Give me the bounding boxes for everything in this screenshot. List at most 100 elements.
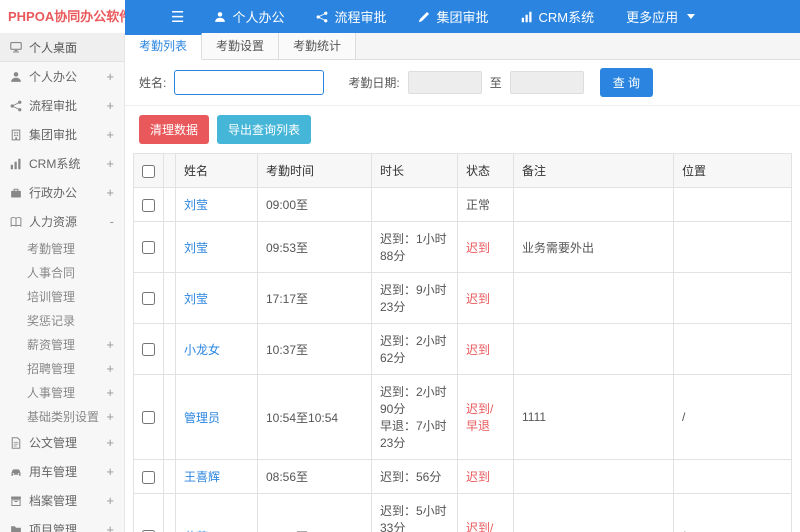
tab-2[interactable]: 考勤统计 (279, 33, 357, 59)
row-checkbox[interactable] (142, 241, 155, 255)
chart-icon (10, 158, 22, 170)
row-checkbox[interactable] (142, 343, 155, 357)
expand-toggle-icon[interactable]: - (110, 214, 114, 229)
expand-toggle-icon[interactable]: + (106, 69, 114, 84)
sidebar-item-11[interactable]: 薪资管理 + (0, 332, 124, 356)
employee-name-link[interactable]: 王喜辉 (184, 470, 220, 484)
sidebar-item-15[interactable]: 公文管理 + (0, 428, 124, 457)
sidebar-item-label: 档案管理 (29, 494, 78, 508)
sidebar-item-16[interactable]: 用车管理 + (0, 457, 124, 486)
folder-icon (10, 524, 22, 532)
select-all-checkbox[interactable] (142, 164, 155, 178)
nav-item-3[interactable]: CRM系统 (505, 0, 611, 33)
expand-toggle-icon[interactable]: + (106, 156, 114, 171)
duration-cell: 迟到：5小时33分 早退：4小时67分 (371, 493, 458, 532)
sidebar-item-0[interactable]: 个人桌面 (0, 33, 124, 62)
position-cell (673, 323, 792, 375)
expand-toggle-icon[interactable]: + (106, 385, 114, 400)
date-filter-label: 考勤日期: (348, 76, 400, 90)
expand-toggle-icon[interactable]: + (106, 409, 114, 424)
sidebar-item-label: 集团审批 (29, 128, 78, 142)
expand-toggle-icon[interactable]: + (106, 435, 114, 450)
column-header-5: 位置 (673, 153, 792, 188)
expand-toggle-icon[interactable]: + (106, 127, 114, 142)
sidebar-item-5[interactable]: 行政办公 + (0, 178, 124, 207)
employee-name-link[interactable]: 管理员 (184, 411, 220, 425)
employee-name-link[interactable]: 刘莹 (184, 198, 208, 212)
nav-item-2[interactable]: 集团审批 (402, 0, 504, 33)
nav-item-4[interactable]: 更多应用 (610, 0, 711, 33)
sidebar-item-label: 人事管理 (27, 385, 76, 400)
sidebar-item-13[interactable]: 人事管理 + (0, 380, 124, 404)
row-checkbox[interactable] (142, 292, 155, 306)
sidebar-item-1[interactable]: 个人办公 + (0, 62, 124, 91)
expand-toggle-icon[interactable]: + (106, 337, 114, 352)
duration-cell: 迟到：56分 (371, 459, 458, 494)
column-header-1: 考勤时间 (257, 153, 372, 188)
table-row: 小龙女 10:37至 迟到：2小时62分 迟到 (133, 323, 792, 375)
sidebar-item-label: CRM系统 (29, 157, 81, 171)
nav-item-0[interactable]: 个人办公 (198, 0, 300, 33)
sidebar-item-12[interactable]: 招聘管理 + (0, 356, 124, 380)
sidebar-item-6[interactable]: 人力资源 - (0, 207, 124, 236)
sidebar-item-3[interactable]: 集团审批 + (0, 120, 124, 149)
sidebar-item-14[interactable]: 基础类别设置 + (0, 404, 124, 428)
briefcase-icon (10, 187, 22, 199)
employee-name-cell: 刘莹 (175, 187, 258, 222)
row-checkbox[interactable] (142, 470, 155, 484)
date-start-input[interactable] (407, 71, 482, 94)
tab-0[interactable]: 考勤列表 (125, 33, 203, 60)
expand-toggle-icon[interactable]: + (106, 98, 114, 113)
employee-name-cell: 管理员 (175, 374, 258, 460)
sidebar-item-label: 奖惩记录 (27, 313, 76, 328)
tab-1[interactable]: 考勤设置 (202, 33, 280, 59)
duration-cell: 迟到：2小时62分 (371, 323, 458, 375)
table-row: 王喜辉 08:56至 迟到：56分 迟到 (133, 459, 792, 494)
employee-name-link[interactable]: 刘莹 (184, 292, 208, 306)
expand-toggle-icon[interactable]: + (106, 361, 114, 376)
date-end-input[interactable] (509, 71, 584, 94)
expand-toggle-icon[interactable]: + (106, 493, 114, 508)
expand-toggle-icon[interactable]: + (106, 522, 114, 532)
expand-toggle-icon[interactable]: + (106, 185, 114, 200)
position-cell: / (673, 493, 792, 532)
sidebar-item-8[interactable]: 人事合同 (0, 260, 124, 284)
row-checkbox[interactable] (142, 198, 155, 212)
attendance-table: 姓名 考勤时间 时长 状态 备注 位置 刘莹 09:00至 正常 刘莹 09:53至 迟到：1小时8… (133, 153, 792, 532)
sidebar-item-17[interactable]: 档案管理 + (0, 486, 124, 515)
table-row: 刘莹 09:53至 迟到：1小时88分 迟到 业务需要外出 (133, 221, 792, 273)
row-spacer-cell (163, 459, 176, 494)
sidebar-item-4[interactable]: CRM系统 + (0, 149, 124, 178)
search-button[interactable]: 查 询 (599, 68, 654, 97)
employee-name-link[interactable]: 小龙女 (184, 343, 220, 357)
name-filter-input[interactable] (174, 70, 325, 95)
employee-name-link[interactable]: 刘莹 (184, 241, 208, 255)
status-cell: 迟到 (457, 272, 514, 324)
sidebar-item-label: 个人桌面 (29, 40, 78, 55)
app-logo: PHPOA协同办公软件 (0, 0, 125, 33)
user-icon (10, 71, 22, 83)
sidebar-item-9[interactable]: 培训管理 (0, 284, 124, 308)
sidebar-item-10[interactable]: 奖惩记录 (0, 308, 124, 332)
nav-item-label: 流程审批 (334, 10, 387, 25)
sidebar-item-2[interactable]: 流程审批 + (0, 91, 124, 120)
select-all-cell (133, 153, 164, 188)
attendance-time-cell: 09:53至 (257, 221, 372, 273)
menu-toggle-icon[interactable]: ☰ (171, 8, 184, 26)
expand-toggle-icon[interactable]: + (106, 464, 114, 479)
column-header-4: 备注 (513, 153, 674, 188)
doc-icon (10, 436, 22, 449)
row-checkbox-cell (133, 187, 164, 222)
sidebar-item-label: 流程审批 (29, 99, 78, 113)
clean-data-button[interactable]: 清理数据 (139, 115, 210, 144)
note-cell (513, 493, 674, 532)
attendance-time-cell: 10:37至 (257, 323, 372, 375)
table-row: 黄莺13:20至13:20迟到：5小时33分 早退：4小时67分迟到/早退 / (133, 493, 792, 532)
export-list-button[interactable]: 导出查询列表 (217, 115, 312, 144)
nav-item-1[interactable]: 流程审批 (300, 0, 402, 33)
row-spacer-cell (163, 323, 176, 375)
row-checkbox[interactable] (142, 411, 155, 425)
sidebar-item-18[interactable]: 项目管理 + (0, 515, 124, 532)
chart-icon (521, 11, 533, 23)
sidebar-item-7[interactable]: 考勤管理 (0, 236, 124, 260)
